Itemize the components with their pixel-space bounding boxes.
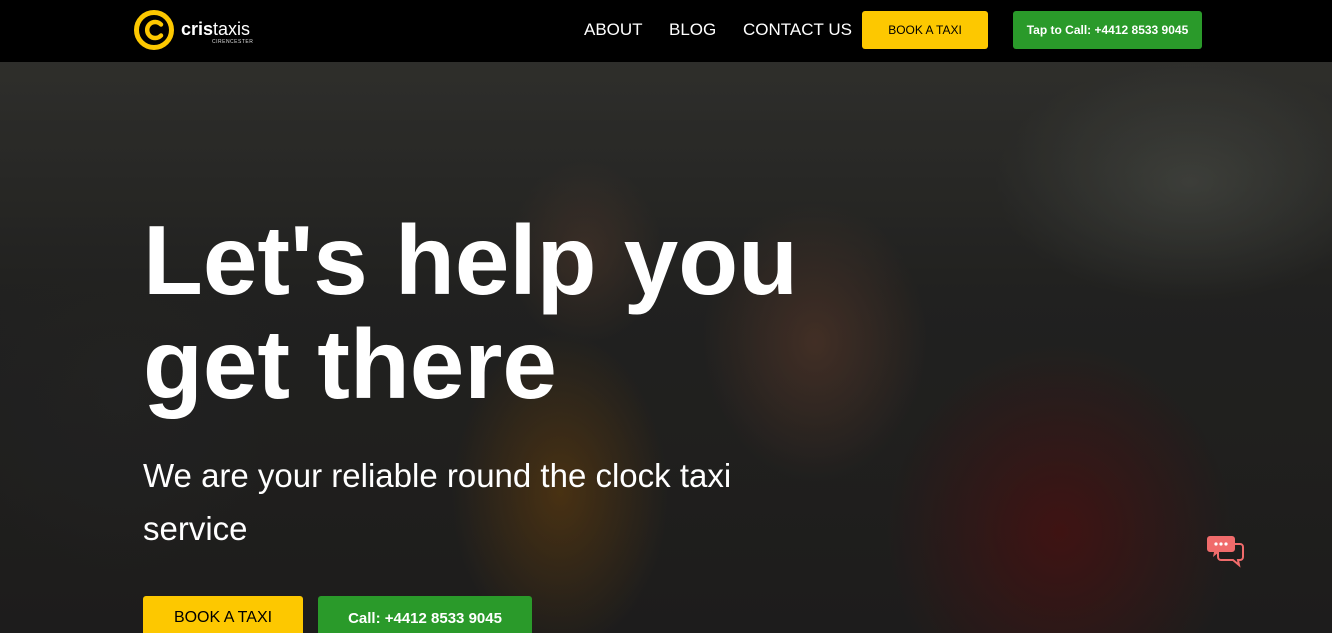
nav-book-taxi-button[interactable]: BOOK A TAXI bbox=[862, 11, 988, 49]
c-letter-logo-icon bbox=[134, 10, 174, 50]
nav-link-about[interactable]: ABOUT bbox=[584, 19, 643, 41]
brand-name: cristaxis bbox=[181, 19, 251, 39]
brand-logo[interactable]: cristaxis CIRENCESTER bbox=[134, 10, 264, 50]
nav-link-blog[interactable]: BLOG bbox=[669, 19, 716, 41]
nav-call-button[interactable]: Tap to Call: +4412 8533 9045 bbox=[1013, 11, 1202, 49]
hero-book-taxi-button[interactable]: BOOK A TAXI bbox=[143, 596, 303, 633]
chat-widget-button[interactable] bbox=[1206, 534, 1244, 568]
hero-title: Let's help you get there bbox=[143, 205, 798, 419]
hero-section: Let's help you get there We are your rel… bbox=[0, 62, 1332, 633]
brand-location: CIRENCESTER bbox=[212, 39, 254, 45]
top-navbar: cristaxis CIRENCESTER ABOUT BLOG CONTACT… bbox=[0, 0, 1332, 62]
nav-link-contact[interactable]: CONTACT US bbox=[743, 19, 852, 41]
chat-bubble-icon bbox=[1207, 536, 1244, 568]
hero-subtitle: We are your reliable round the clock tax… bbox=[143, 457, 732, 547]
hero-call-button[interactable]: Call: +4412 8533 9045 bbox=[318, 596, 532, 633]
